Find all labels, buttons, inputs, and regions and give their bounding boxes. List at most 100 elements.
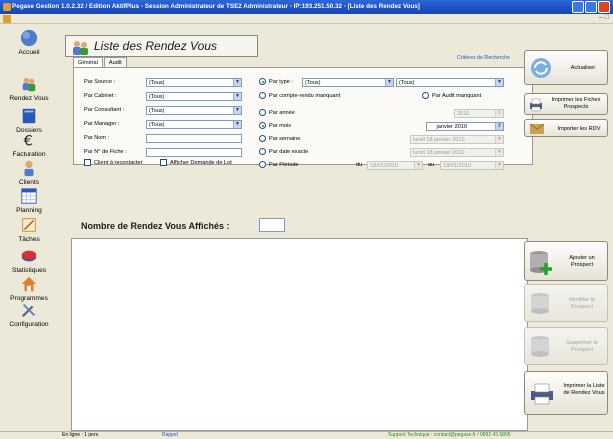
person-icon [24,160,34,177]
afficher-demande-label: Afficher Demande de Lot [170,160,232,166]
calendar-icon [21,188,37,204]
fiche-input[interactable] [146,148,242,157]
par-type-radio[interactable] [259,78,266,85]
sidebar-item-rendez-vous[interactable]: Rendez Vous [0,75,58,102]
client-recontacter-label: Client à recontacter [94,160,143,166]
supprimer-prospect-label: Supprimer le Prospect [566,340,598,353]
source-select[interactable]: (Tous) ▼ [146,78,242,87]
manager-label: Par Manager : [84,121,120,127]
annee-spinner[interactable]: 2010 ⇕ [454,109,504,118]
sidebar-item-dossiers[interactable]: Dossiers [0,107,58,134]
nom-label: Par Nom : [84,135,110,141]
appointments-list[interactable] [71,238,528,431]
criteria-label: Critères de Recherche [457,55,510,61]
tools-icon [21,303,36,318]
par-type-select-1[interactable]: (Tous) ▼ [302,78,394,87]
sidebar-item-facturation[interactable]: € Facturation [0,131,58,158]
add-database-icon [530,251,552,275]
mois-spinner[interactable]: janvier 2010 ⇕ [426,122,504,131]
imprimer-liste-label: Imprimer la Liste de Rendez Vous [563,383,605,396]
nom-input[interactable] [146,134,242,143]
fiche-label: Par N° de Fiche : [84,149,127,155]
modifier-prospect-label: Modifier le Prospect [569,297,595,310]
window-title: Pegase Gestion 1.0.2.32 / Edition AktifP… [12,3,420,10]
import-icon [530,124,544,134]
sidebar-item-label: Planning [16,207,42,214]
sidebar-item-taches[interactable]: Tâches [0,216,58,243]
page-title-text: Liste des Rendez Vous [94,39,217,53]
sidebar-item-label: Configuration [9,321,49,328]
stats-icon [21,250,37,262]
sidebar-item-programmes[interactable]: Programmes [0,275,58,302]
par-annee-label: Par année [269,110,295,116]
page-title: Liste des Rendez Vous [65,35,258,57]
par-periode-label: Par Période [269,162,299,168]
sidebar-item-label: Accueil [18,49,40,56]
sidebar-item-accueil[interactable]: Accueil [0,29,58,56]
tab-audit[interactable]: Audit [103,57,127,67]
periode-au-datepicker[interactable]: 18/01/2010 ▼ [440,161,504,170]
semaine-datepicker[interactable]: lundi 18 janvier 2010 ▼ [410,135,504,144]
sidebar-item-configuration[interactable]: Configuration [0,301,58,328]
source-label: Par Source : [84,79,116,85]
par-cr-manquant-label: Par compte-rendu manquant [269,93,341,99]
minimize-button[interactable] [572,1,584,13]
main-content: Liste des Rendez Vous Critères de Recher… [59,25,613,431]
par-audit-manquant-label: Par Audit manquant [432,93,482,99]
imprimer-fiches-label: Imprimer les Fiches Prospects [551,97,601,110]
ajouter-prospect-button[interactable]: Ajouter un Prospect [524,241,608,281]
supprimer-prospect-button[interactable]: Supprimer le Prospect [524,327,608,365]
par-cr-manquant-radio[interactable] [259,92,266,99]
cabinet-select[interactable]: (Tous) ▼ [146,92,242,101]
sidebar-item-clients[interactable]: Clients [0,159,58,186]
par-annee-radio[interactable] [259,109,266,116]
modifier-prospect-button[interactable]: Modifier le Prospect [524,284,608,322]
par-type-select-2[interactable]: (Tous) ▼ [396,78,504,87]
title-bar: Pegase Gestion 1.0.2.32 / Edition AktifP… [0,0,613,14]
sidebar-item-planning[interactable]: Planning [0,187,58,214]
maximize-button[interactable] [585,1,597,13]
status-online: En ligne : 1 pers. [62,432,100,438]
delete-database-icon [531,336,549,357]
periode-du-datepicker[interactable]: 18/01/2010 ▼ [367,161,423,170]
status-rappel[interactable]: Rappel [162,432,178,439]
euro-icon: € [24,133,33,149]
client-recontacter-checkbox[interactable] [84,159,91,166]
importer-rdv-button[interactable]: Importer les RDV [524,119,608,137]
imprimer-liste-button[interactable]: Imprimer la Liste de Rendez Vous [524,371,608,415]
par-semaine-label: Par semaine [269,136,301,142]
status-support: Support Technique : contact@pegase.fr / … [388,432,511,438]
app-menu-icon[interactable] [3,15,11,23]
close-button[interactable] [598,1,610,13]
sidebar-item-label: Facturation [12,151,46,158]
app-icon [3,3,11,11]
par-date-exacte-radio[interactable] [259,148,266,155]
par-audit-manquant-radio[interactable] [422,92,429,99]
manager-select[interactable]: (Tous) ▼ [146,120,242,129]
sidebar-item-label: Statistiques [11,267,47,274]
par-type-label: Par type : [269,79,293,85]
sidebar-item-label: Clients [18,179,40,186]
window-controls [572,1,610,13]
sidebar-item-statistiques[interactable]: Statistiques [0,247,58,274]
printer-icon [530,98,542,112]
actualiser-label: Actualiser [570,65,596,71]
status-bar: En ligne : 1 pers. Rappel Support Techni… [0,431,613,439]
importer-rdv-label: Importer les RDV [557,126,601,132]
actualiser-button[interactable]: Actualiser [524,50,608,85]
filter-panel: Par Source : (Tous) ▼ Par Cabinet : (Tous… [73,67,533,170]
date-exacte-datepicker[interactable]: lundi 18 janvier 2010 ▼ [410,148,504,157]
sidebar-item-label: Tâches [18,236,40,243]
par-semaine-radio[interactable] [259,135,266,142]
cabinet-label: Par Cabinet : [84,93,117,99]
imprimer-fiches-button[interactable]: Imprimer les Fiches Prospects [524,93,608,115]
consultant-label: Par Consultant : [84,107,125,113]
par-mois-label: Par mois [269,123,292,129]
par-mois-radio[interactable] [259,122,266,129]
afficher-demande-checkbox[interactable] [160,159,167,166]
du-label: du [356,162,363,168]
consultant-select[interactable]: (Tous) ▼ [146,106,242,115]
mdi-controls[interactable]: – □ [599,14,609,21]
globe-icon [20,29,38,47]
par-periode-radio[interactable] [259,161,266,168]
